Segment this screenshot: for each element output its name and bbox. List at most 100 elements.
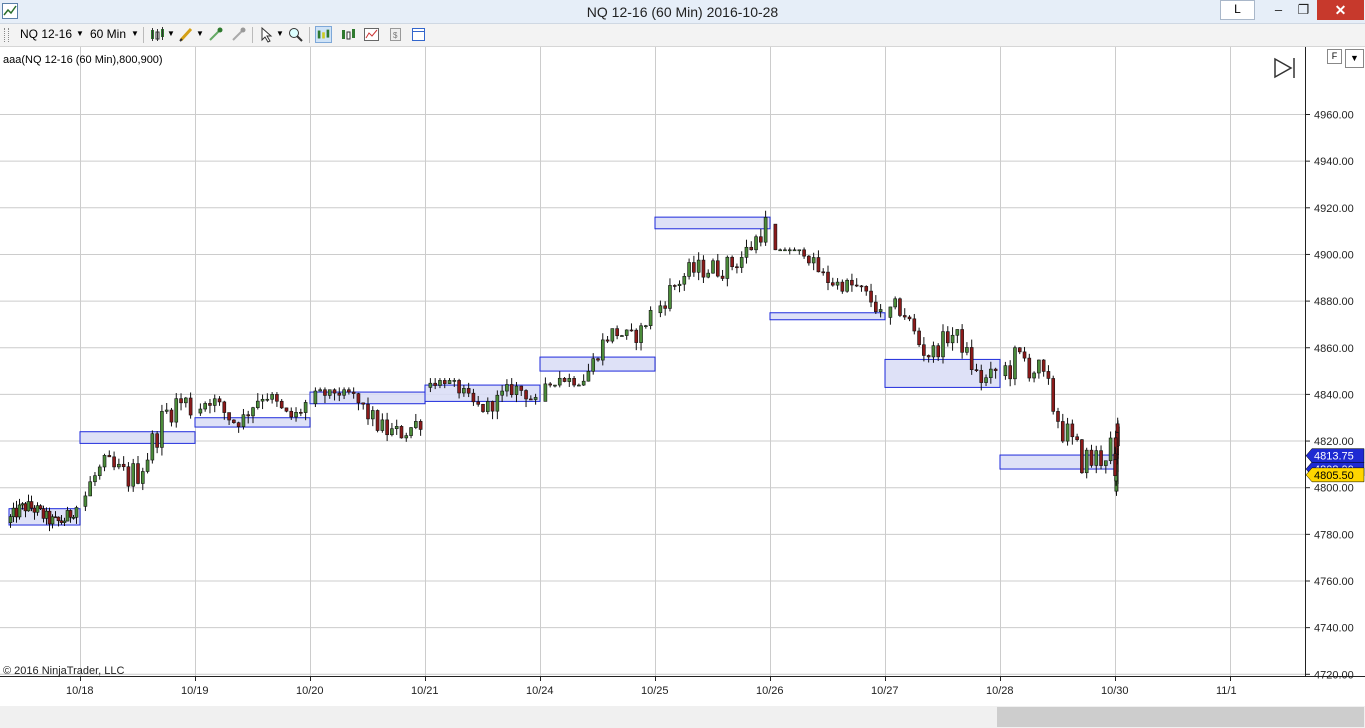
candle-up xyxy=(83,495,88,507)
candle-up xyxy=(150,433,155,461)
scroll-to-end-icon[interactable] xyxy=(1272,57,1298,79)
candle-down xyxy=(605,339,610,342)
candle-up xyxy=(409,427,413,436)
candle-up xyxy=(500,390,504,396)
horizontal-scrollbar[interactable] xyxy=(0,706,1365,728)
candle-down xyxy=(351,391,356,394)
restore-button[interactable]: ❐ xyxy=(1290,0,1317,21)
interval-selector[interactable]: 60 Min xyxy=(90,27,126,41)
candle-down xyxy=(548,383,552,386)
candle-down xyxy=(730,256,734,268)
candle-down xyxy=(854,284,859,287)
bar-type-icon[interactable] xyxy=(363,26,380,43)
candle-up xyxy=(1084,449,1089,474)
candle-down xyxy=(1070,423,1075,438)
drawing-pencil-icon[interactable] xyxy=(178,26,195,43)
candle-down xyxy=(572,378,576,386)
indicator-icon[interactable] xyxy=(207,26,224,43)
candle-up xyxy=(620,335,624,337)
chevron-down-icon[interactable]: ▼ xyxy=(196,29,204,38)
close-button[interactable]: ✕ xyxy=(1317,0,1364,20)
price-zone xyxy=(769,312,886,321)
candle-down xyxy=(1046,371,1051,379)
candle-up xyxy=(1013,347,1017,380)
candle-down xyxy=(29,501,34,509)
candle-down xyxy=(471,392,476,403)
candle-down xyxy=(615,328,619,337)
candle-up xyxy=(370,410,375,420)
candle-down xyxy=(993,368,998,371)
f-button[interactable]: F xyxy=(1327,49,1342,64)
zoom-icon[interactable] xyxy=(287,26,304,43)
chevron-down-icon[interactable]: ▼ xyxy=(131,29,139,38)
candle-down xyxy=(821,271,826,274)
candle-down xyxy=(1113,459,1117,477)
candle-up xyxy=(950,334,955,344)
candle-down xyxy=(1051,378,1056,412)
candle-up xyxy=(725,256,730,279)
candle-down xyxy=(826,271,830,283)
candle-up xyxy=(270,394,274,400)
chart-style-icon[interactable] xyxy=(149,26,166,43)
minimize-button[interactable]: – xyxy=(1265,0,1292,21)
candle-up xyxy=(198,408,203,414)
candle-down xyxy=(56,516,61,522)
candle-down xyxy=(208,403,212,406)
chevron-down-icon[interactable]: ▼ xyxy=(276,29,284,38)
y-tick-label: 4820.00 xyxy=(1314,436,1354,448)
candle-up xyxy=(160,411,164,448)
price-chart[interactable]: 4720.00 4740.00 4760.00 4780.00 4800.00 4820.… xyxy=(0,0,1365,728)
chevron-down-icon[interactable]: ▼ xyxy=(167,29,175,38)
candle-up xyxy=(682,276,687,285)
candle-up xyxy=(26,501,31,512)
candle-down xyxy=(279,400,284,409)
cursor-icon[interactable] xyxy=(258,26,275,43)
candle-down xyxy=(284,407,289,412)
toolbar-grip[interactable] xyxy=(4,28,9,42)
candle-up xyxy=(505,384,509,392)
candle-up xyxy=(303,402,308,413)
properties-icon[interactable]: $ xyxy=(387,26,404,43)
candle-up xyxy=(447,380,452,384)
candle-up xyxy=(677,283,682,286)
chart-trader-icon[interactable] xyxy=(340,26,357,43)
data-box-icon[interactable] xyxy=(315,26,332,43)
toolbar-separator xyxy=(309,27,310,43)
candle-up xyxy=(390,428,394,436)
candle-down xyxy=(864,286,869,292)
candle-down xyxy=(217,398,222,403)
candle-up xyxy=(1037,359,1041,374)
candle-down xyxy=(807,255,811,264)
candle-up xyxy=(1108,437,1113,462)
candle-up xyxy=(586,370,591,382)
instrument-selector[interactable]: NQ 12-16 xyxy=(20,27,72,41)
candle-down xyxy=(356,393,361,404)
candle-down xyxy=(1089,449,1094,466)
candle-down xyxy=(41,508,46,519)
toolbar-separator xyxy=(252,27,253,43)
link-button[interactable]: L xyxy=(1220,0,1255,20)
candle-up xyxy=(811,257,816,264)
panel-dropdown-button[interactable]: ▼ xyxy=(1345,49,1364,68)
candle-down xyxy=(337,392,342,396)
candle-down xyxy=(1099,450,1103,466)
candle-down xyxy=(562,377,567,382)
candle-down xyxy=(1060,421,1065,442)
candle-up xyxy=(131,463,136,487)
candle-down xyxy=(433,382,437,386)
candle-up xyxy=(438,380,442,386)
candle-down xyxy=(332,389,337,394)
scrollbar-thumb[interactable] xyxy=(997,707,1364,727)
candle-down xyxy=(629,329,634,332)
candle-up xyxy=(342,389,346,396)
strategy-icon[interactable] xyxy=(230,26,247,43)
candle-up xyxy=(20,503,25,506)
candle-down xyxy=(1008,365,1012,380)
candle-down xyxy=(366,403,370,420)
candle-down xyxy=(14,507,19,518)
candle-down xyxy=(1075,436,1079,440)
template-icon[interactable] xyxy=(410,26,427,43)
candle-up xyxy=(797,249,802,252)
chevron-down-icon[interactable]: ▼ xyxy=(76,29,84,38)
candle-down xyxy=(902,315,907,318)
